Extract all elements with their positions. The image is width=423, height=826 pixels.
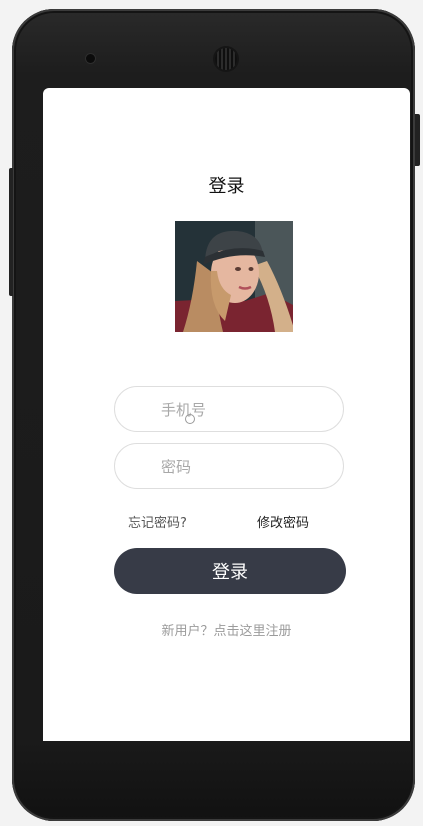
phone-frame: 登录 忘记密码? 修改密码 [12, 9, 415, 821]
earpiece-speaker [215, 48, 237, 70]
app-screen: 登录 忘记密码? 修改密码 [43, 88, 410, 741]
register-link[interactable]: 新用户？点击这里注册 [43, 620, 410, 639]
volume-button [9, 168, 13, 296]
front-camera [86, 54, 95, 63]
power-button [415, 114, 420, 166]
phone-input[interactable] [159, 387, 333, 433]
page-title: 登录 [208, 176, 245, 197]
forgot-password-link[interactable]: 忘记密码? [128, 512, 187, 531]
password-input[interactable] [159, 444, 333, 490]
avatar [175, 221, 293, 332]
change-password-link[interactable]: 修改密码 [257, 512, 309, 531]
password-field[interactable] [114, 443, 344, 490]
phone-field[interactable] [114, 386, 344, 433]
login-button[interactable]: 登录 [114, 548, 346, 594]
touch-cursor-icon [185, 414, 195, 424]
